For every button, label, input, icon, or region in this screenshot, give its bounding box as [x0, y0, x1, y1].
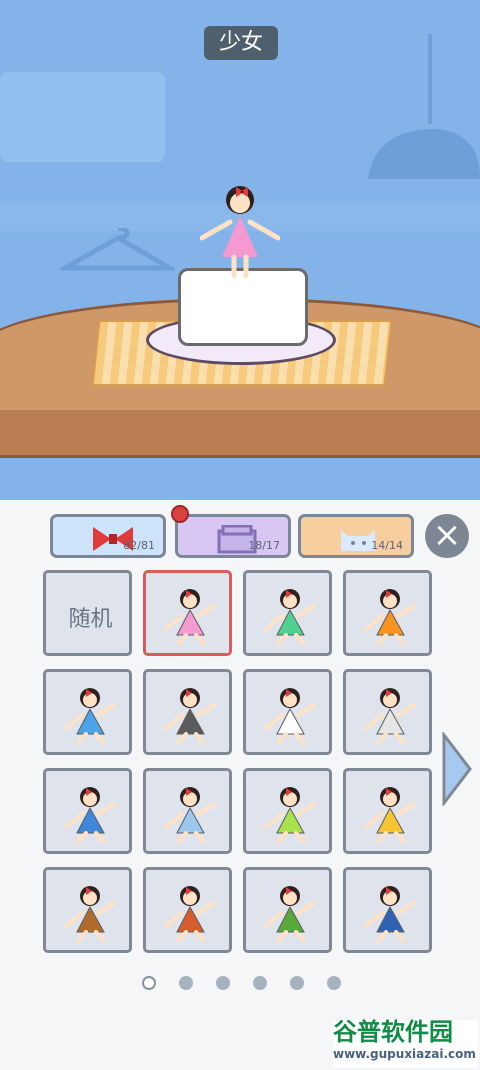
lamp-icon	[368, 34, 480, 179]
outfit-slot[interactable]	[43, 669, 132, 755]
page-dot[interactable]	[216, 976, 230, 990]
outfit-character-icon	[364, 688, 416, 744]
outfit-slot[interactable]	[43, 768, 132, 854]
outfit-character-icon	[64, 787, 116, 843]
page-dot[interactable]	[142, 976, 156, 990]
outfit-slot[interactable]	[243, 570, 332, 656]
watermark: 谷普软件园 www.gupuxiazai.com	[333, 1020, 478, 1068]
outfit-grid: 随机	[43, 570, 433, 960]
character-title: 少女	[204, 26, 278, 60]
page-dot[interactable]	[179, 976, 193, 990]
tab-outfits[interactable]: 82/81	[50, 514, 166, 558]
tab-outfits-count: 82/81	[123, 539, 155, 552]
outfit-character-icon	[264, 688, 316, 744]
outfit-character-icon	[164, 787, 216, 843]
outfit-slot[interactable]	[143, 768, 232, 854]
outfit-slot[interactable]	[243, 768, 332, 854]
outfit-slot[interactable]	[43, 867, 132, 953]
outfit-character-icon	[364, 589, 416, 645]
outfit-slot[interactable]	[143, 669, 232, 755]
outfit-character-icon	[364, 886, 416, 942]
outfit-character-icon	[64, 886, 116, 942]
outfit-slot[interactable]	[143, 867, 232, 953]
table-edge	[0, 410, 480, 458]
tab-pets-count: 14/14	[371, 539, 403, 552]
outfit-slot[interactable]	[243, 669, 332, 755]
girl-character	[200, 186, 280, 278]
game-scene: 少女	[0, 0, 480, 500]
outfit-slot[interactable]	[343, 867, 432, 953]
outfit-slot[interactable]	[343, 570, 432, 656]
outfit-character-icon	[364, 787, 416, 843]
page-dot[interactable]	[327, 976, 341, 990]
hanger-icon	[60, 228, 175, 271]
outfit-character-icon	[64, 688, 116, 744]
outfit-character-icon	[264, 787, 316, 843]
outfit-character-icon	[164, 589, 216, 645]
watermark-brand: 谷普软件园	[333, 1018, 453, 1046]
outfit-slot[interactable]	[343, 768, 432, 854]
outfit-slot[interactable]	[243, 867, 332, 953]
random-label: 随机	[68, 607, 113, 632]
random-outfit-button[interactable]: 随机	[43, 570, 132, 656]
watermark-url: www.gupuxiazai.com	[333, 1047, 476, 1061]
outfit-character-icon	[164, 886, 216, 942]
outfit-slot[interactable]	[143, 570, 232, 656]
outfit-character-icon	[164, 688, 216, 744]
outfit-slot[interactable]	[343, 669, 432, 755]
tab-pets[interactable]: 14/14	[298, 514, 414, 558]
red-notification-dot	[171, 505, 189, 523]
page-dot[interactable]	[253, 976, 267, 990]
wall-sign	[0, 72, 165, 162]
outfit-character-icon	[264, 886, 316, 942]
tofu-block	[178, 268, 308, 346]
page-dot[interactable]	[290, 976, 304, 990]
close-button[interactable]: ×	[425, 514, 469, 558]
outfit-character-icon	[264, 589, 316, 645]
tab-boxes-count: 18/17	[248, 539, 280, 552]
next-page-button[interactable]	[441, 732, 473, 806]
tab-boxes[interactable]: 18/17	[175, 514, 291, 558]
